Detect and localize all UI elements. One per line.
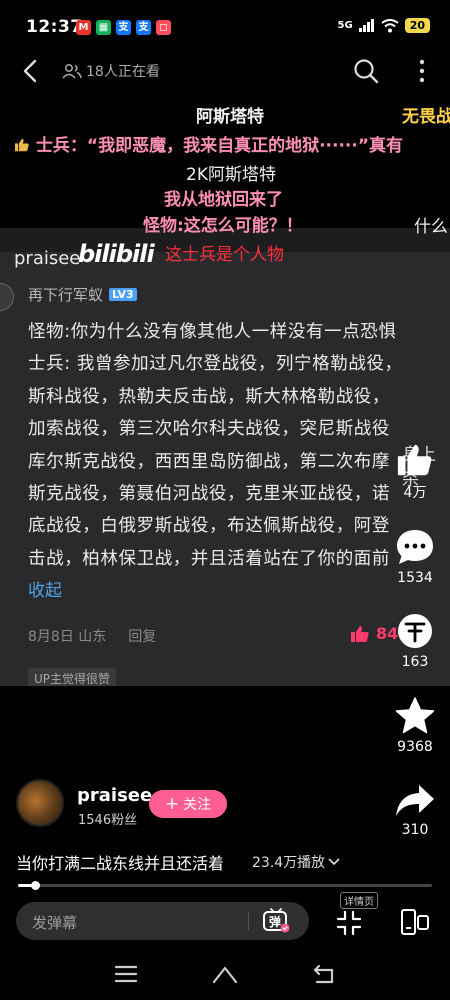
reply-label: 回复 [128,629,157,645]
commenter-avatar [0,283,14,311]
follow-label: 关注 [183,797,212,813]
commenter-name: 再下行军蚁 [28,286,104,304]
danmaku-item: 士兵：“我即恶魔，我来自真正的地狱······”真有 [14,131,403,156]
menu-icon[interactable] [113,962,139,986]
status-time: 12:37 [26,17,83,37]
comment-button[interactable]: 1534 [387,528,443,586]
share-button[interactable]: 310 [387,784,443,838]
wifi-icon [381,18,399,32]
danmaku-item: 我从地狱回来了 [164,190,283,210]
danmaku-placeholder: 发弹幕 [32,914,78,932]
thumbs-up-icon [351,625,369,642]
danmaku-item: 阿斯塔特 [196,107,264,127]
like-button[interactable]: 4万 [387,442,443,502]
danmaku-item: 无畏战 [402,107,450,127]
status-indicators: 5G 20 [338,18,430,33]
plus-icon: + [164,793,180,814]
favorite-button[interactable]: 9368 [387,697,443,755]
like-count: 4万 [403,485,427,501]
author-name[interactable]: praisee [77,785,152,806]
follow-button[interactable]: + 关注 [149,790,227,818]
more-options-icon[interactable] [414,58,430,84]
people-icon [62,64,82,79]
svg-text:弹: 弹 [269,914,281,929]
comment-count: 1534 [397,570,433,586]
commenter-row: 再下行军蚁 LV3 [28,284,137,305]
video-progress-bar[interactable] [18,881,432,890]
wechat-icon: ▦ [96,20,111,35]
chevron-down-icon [328,858,340,866]
home-icon[interactable] [212,962,238,986]
alipay-icon-2: 支 [136,20,151,35]
share-arrow-icon [396,785,434,816]
comment-line: 怪物:你为什么没有像其他人一样没有一点恐惧 [28,322,397,342]
comment-date: 8月8日 山东 [28,629,107,645]
author-avatar[interactable] [16,779,64,827]
viewer-count-text: 18人正在看 [86,64,160,80]
split-screen-icon[interactable] [400,908,430,936]
progress-knob[interactable] [30,881,40,890]
star-icon [395,697,435,734]
play-count[interactable]: 23.4万播放 [252,852,340,872]
comment-line: 斯科战役，热勒夫反击战，斯大林格勒战役， [28,386,390,407]
network-label: 5G [337,20,353,31]
author-fans: 1546粉丝 [78,813,138,828]
video-frame[interactable]: praisee bilibili 再下行军蚁 LV3 怪物:你为什么没有像其他人… [0,228,450,686]
app-icon: ◻ [156,20,171,35]
back-nav-icon[interactable] [311,962,337,986]
comment-line: 加索战役，第三次哈尔科夫战役，突尼斯战役 [28,419,390,440]
divider [248,912,249,930]
viewer-count: 18人正在看 [62,61,160,81]
video-title: 当你打满二战东线并且还活着 [16,854,225,873]
exit-fullscreen-icon[interactable] [336,910,362,936]
collapse-link: 收起 [28,581,62,601]
coin-count: 163 [401,654,429,670]
danmaku-item: 这士兵是个人物 [165,245,284,265]
up-liked-badge: UP主觉得很赞 [28,668,117,686]
alipay-icon: 支 [116,20,131,35]
comment-line: 士兵: 我曾参加过凡尔登战役，列宁格勒战役， [28,354,403,375]
thumbs-up-icon [397,444,432,476]
comment-meta: 8月8日 山东 回复 [28,626,156,646]
danmaku-item: 怪物:这怎么可能？！ [143,216,303,236]
signal-icon [358,19,374,32]
danmaku-item: 什么 [414,217,448,237]
danmaku-toggle-icon[interactable]: 弹 [262,908,290,934]
play-count-text: 23.4万播放 [252,855,326,871]
search-icon[interactable] [352,57,380,85]
thumbs-up-icon [15,138,29,152]
video-watermark-author: praisee [14,248,81,269]
mcdonalds-icon: M [76,20,91,35]
favorite-count: 9368 [397,739,433,755]
comment-bubble-icon [397,530,433,564]
status-app-icons: M ▦ 支支 ◻ [76,20,171,35]
level-badge: LV3 [109,288,137,301]
coin-icon [398,614,432,648]
detail-page-label: 详情页 [340,892,378,909]
bilibili-logo: bilibili [78,240,155,268]
danmaku-input[interactable]: 发弹幕 弹 [16,902,309,940]
danmaku-text: 士兵：“我即恶魔，我来自真正的地狱······”真有 [35,136,404,156]
share-count: 310 [401,822,429,838]
back-arrow-icon[interactable] [18,58,44,84]
danmaku-item: 2K阿斯塔特 [186,165,276,185]
battery-indicator: 20 [404,18,430,33]
coin-button[interactable]: 163 [387,612,443,670]
